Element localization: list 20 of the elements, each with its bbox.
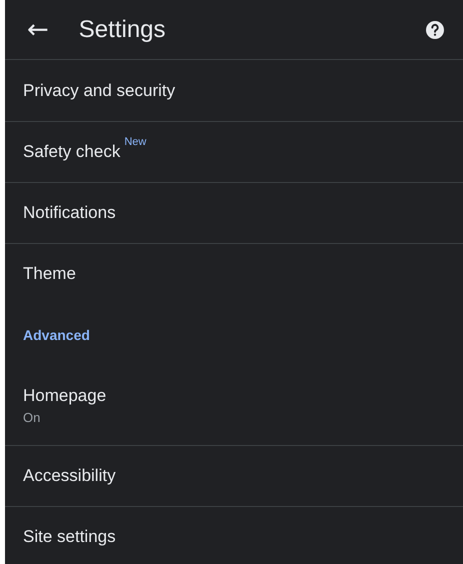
item-label: Notifications (23, 203, 116, 223)
page-title: Settings (78, 16, 167, 44)
item-label: Theme (23, 264, 76, 284)
settings-item[interactable]: Safety check New (5, 121, 463, 182)
settings-item[interactable]: Accessibility (5, 445, 463, 506)
item-label: Safety check (23, 142, 120, 162)
new-label: New (124, 136, 146, 148)
settings-item[interactable]: Site settings (5, 506, 463, 564)
settings-item[interactable]: Theme (5, 243, 463, 304)
item-summary: On (23, 410, 42, 424)
item-label: Site settings (23, 527, 116, 547)
back-button[interactable]: ← (27, 16, 49, 42)
section-header: Advanced (23, 326, 90, 342)
settings-item[interactable]: Notifications (5, 182, 463, 243)
item-label: Privacy and security (23, 80, 176, 100)
settings-item[interactable]: Homepage On (5, 365, 463, 445)
item-label: Homepage (23, 386, 106, 406)
item-label: Accessibility (23, 466, 116, 486)
settings-item[interactable]: Privacy and security (5, 60, 463, 121)
help-icon[interactable] (425, 20, 445, 40)
